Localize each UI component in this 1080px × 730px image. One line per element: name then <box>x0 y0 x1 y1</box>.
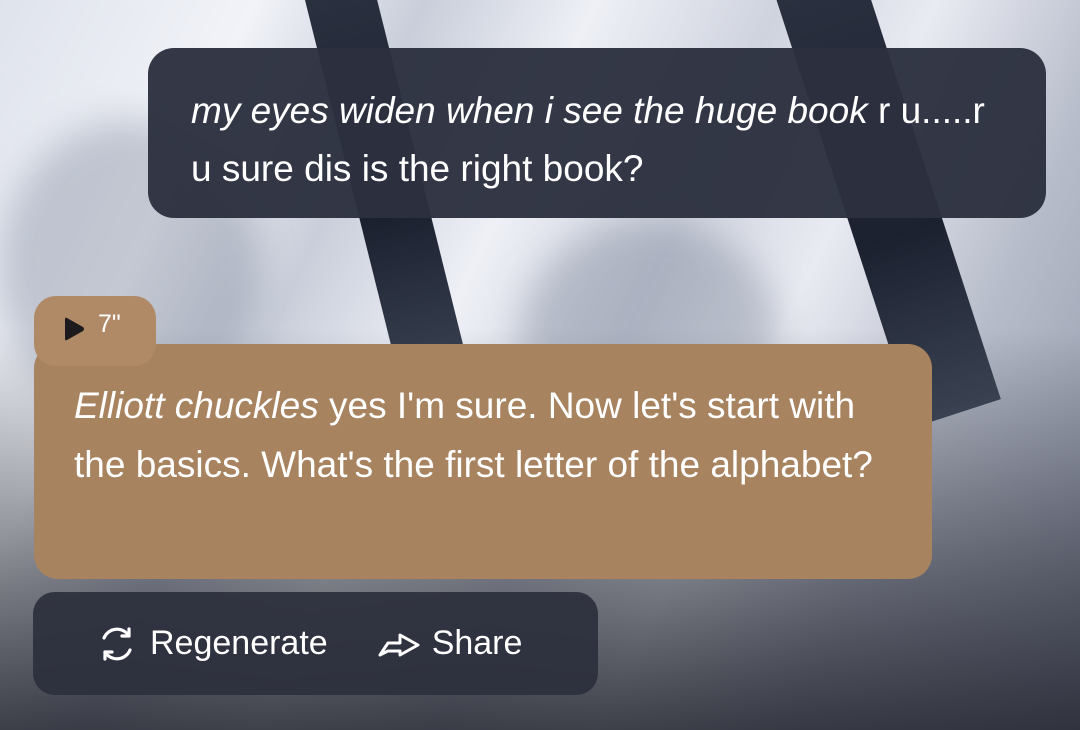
voice-play-button[interactable]: 7" <box>34 296 156 366</box>
play-icon <box>65 317 84 341</box>
audio-duration: 7" <box>98 310 121 338</box>
regenerate-label: Regenerate <box>150 624 328 662</box>
message-action-bar: Regenerate Share <box>33 592 598 695</box>
ai-message-bubble: Elliott chuckles yes I'm sure. Now let's… <box>34 344 932 579</box>
share-label: Share <box>431 624 523 662</box>
refresh-icon <box>102 626 132 661</box>
ai-message-action-text: Elliott chuckles <box>74 385 319 426</box>
share-button[interactable]: Share <box>376 621 523 667</box>
user-message-bubble: my eyes widen when i see the huge book r… <box>148 48 1046 218</box>
user-message-action-text: my eyes widen when i see the huge book <box>191 90 868 131</box>
regenerate-button[interactable]: Regenerate <box>94 621 328 667</box>
share-arrow-icon <box>378 633 420 656</box>
